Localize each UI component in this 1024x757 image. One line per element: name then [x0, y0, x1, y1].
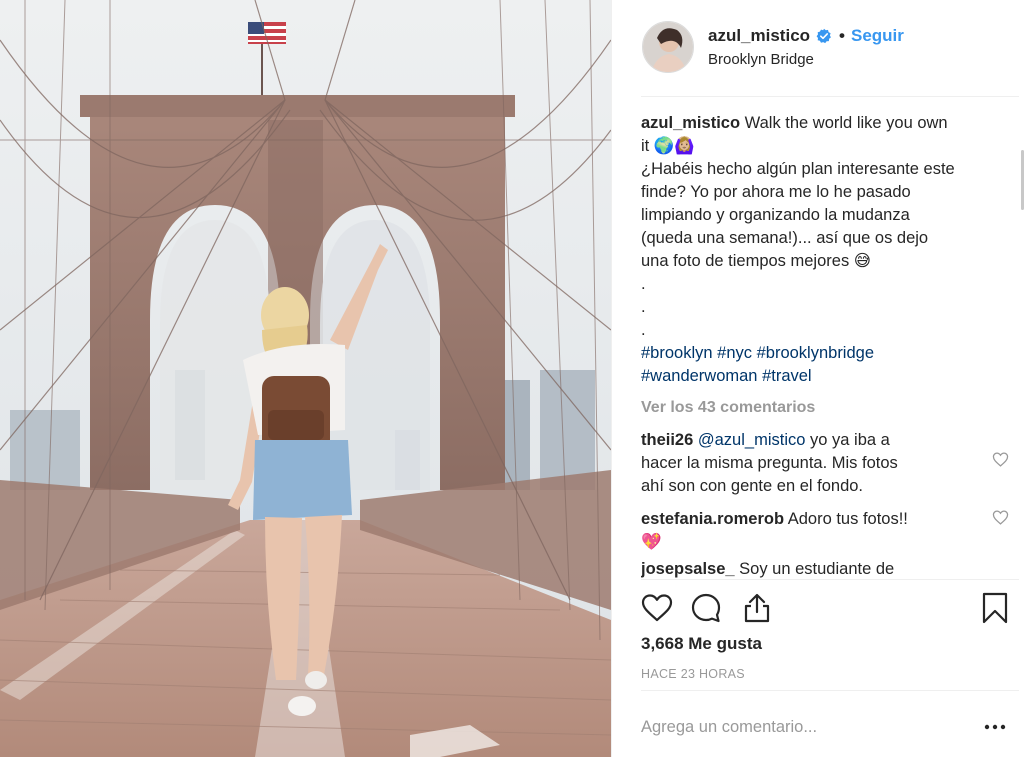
hashtag-link[interactable]: #wanderwoman — [641, 367, 757, 385]
header-divider — [641, 96, 1019, 97]
hashtag-link[interactable]: #travel — [762, 367, 812, 385]
caption-line: finde? Yo por ahora me lo he pasado — [641, 183, 911, 201]
comment-text: 💖 — [641, 533, 662, 551]
comment-username[interactable]: theii26 — [641, 431, 693, 449]
brooklyn-bridge-photo — [0, 0, 611, 757]
caption-line: una foto de tiempos mejores 😅 — [641, 252, 871, 270]
header-separator: • — [839, 26, 845, 45]
comment-text: hacer la misma pregunta. Mis fotos — [641, 454, 898, 472]
heart-icon[interactable] — [641, 592, 673, 624]
avatar[interactable] — [642, 21, 694, 73]
comment-item: estefania.romerob Adoro tus fotos!! 💖 — [641, 508, 1011, 554]
header-user-line: azul_mistico • Seguir — [708, 25, 904, 47]
more-options-icon[interactable] — [982, 715, 1008, 739]
caption-dot: . — [641, 321, 646, 339]
caption-line: (queda una semana!)... así que os dejo — [641, 229, 929, 247]
hashtag-link[interactable]: #brooklyn — [641, 344, 713, 362]
follow-button[interactable]: Seguir — [851, 26, 904, 46]
comment-text: ahí son con gente en el fondo. — [641, 477, 864, 495]
location-link[interactable]: Brooklyn Bridge — [708, 51, 814, 68]
comments-section[interactable]: azul_mistico Walk the world like you own… — [641, 112, 1011, 580]
caption-line: it 🌍🙆🏼‍♀️ — [641, 137, 695, 155]
post-header: azul_mistico • Seguir Brooklyn Bridge — [612, 0, 1024, 97]
hashtag-link[interactable]: #nyc — [717, 344, 752, 362]
view-all-comments-link[interactable]: Ver los 43 comentarios — [641, 396, 1011, 419]
caption: azul_mistico Walk the world like you own… — [641, 112, 1011, 388]
bookmark-icon[interactable] — [979, 592, 1011, 624]
comment-bubble-icon[interactable] — [690, 592, 722, 624]
comment-text: yo ya iba a — [810, 431, 890, 449]
comment-text: Soy un estudiante de — [739, 560, 895, 578]
caption-username[interactable]: azul_mistico — [641, 114, 740, 132]
comment-username[interactable]: estefania.romerob — [641, 510, 784, 528]
post-photo[interactable] — [0, 0, 611, 757]
actions-divider — [641, 579, 1019, 580]
caption-line: Walk the world like you own — [744, 114, 948, 132]
comment-like-icon[interactable] — [992, 509, 1009, 526]
comment-mention[interactable]: @azul_mistico — [698, 431, 806, 449]
add-comment-input[interactable] — [641, 710, 971, 744]
comment-item: theii26 @azul_mistico yo ya iba a hacer … — [641, 429, 1011, 498]
caption-line: limpiando y organizando la mudanza — [641, 206, 910, 224]
comment-text: Adoro tus fotos!! — [787, 510, 908, 528]
verified-badge-icon — [816, 28, 831, 44]
hashtag-link[interactable]: #brooklynbridge — [757, 344, 874, 362]
input-divider — [641, 690, 1019, 691]
share-icon[interactable] — [741, 592, 773, 624]
comment-like-icon[interactable] — [992, 451, 1009, 468]
comment-item: josepsalse_ Soy un estudiante de — [641, 558, 1011, 580]
caption-dot: . — [641, 275, 646, 293]
header-username[interactable]: azul_mistico — [708, 26, 810, 46]
caption-line: ¿Habéis hecho algún plan interesante est… — [641, 160, 955, 178]
post-timestamp[interactable]: HACE 23 HORAS — [641, 667, 745, 681]
comment-username[interactable]: josepsalse_ — [641, 560, 735, 578]
post-details-panel: azul_mistico • Seguir Brooklyn Bridge az… — [611, 0, 1024, 757]
caption-dot: . — [641, 298, 646, 316]
likes-count[interactable]: 3,668 Me gusta — [641, 634, 762, 654]
